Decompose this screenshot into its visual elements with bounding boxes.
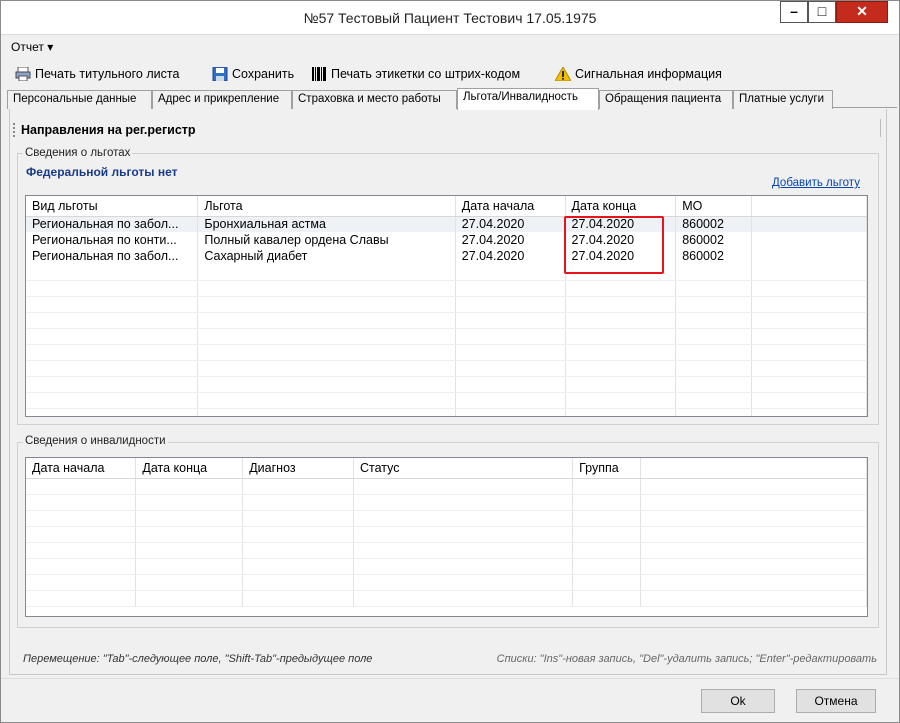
tab-insurance[interactable]: Страховка и место работы: [292, 90, 457, 109]
empty-row: [26, 312, 867, 329]
patient-window: №57 Тестовый Пациент Тестович 17.05.1975…: [0, 0, 900, 723]
col-end-date[interactable]: Дата конца: [565, 196, 677, 217]
benefits-group-title: Сведения о льготах: [23, 147, 133, 159]
empty-row: [26, 526, 867, 543]
col-group[interactable]: Группа: [572, 458, 642, 479]
window-title: №57 Тестовый Пациент Тестович 17.05.1975: [303, 10, 597, 26]
signal-info-button[interactable]: Сигнальная информация: [555, 65, 722, 83]
empty-row: [26, 478, 867, 495]
disability-table: Дата начала Дата конца Диагноз Статус Гр…: [25, 457, 868, 617]
sub-toolbar: Направления на рег.регистр: [13, 119, 196, 141]
print-title-button[interactable]: Печать титульного листа: [15, 65, 179, 83]
list-hint: Списки: "Ins"-новая запись, "Del"-удалит…: [496, 653, 877, 665]
print-barcode-button[interactable]: Печать этикетки со штрих-кодом: [311, 65, 520, 83]
cell-empty: [751, 232, 867, 248]
col-benefit-type[interactable]: Вид льготы: [26, 196, 199, 217]
cancel-button[interactable]: Отмена: [796, 689, 876, 713]
cell-empty: [751, 248, 867, 264]
empty-row: [26, 296, 867, 313]
empty-row: [26, 360, 867, 377]
empty-row: [26, 280, 867, 297]
cell-benefit-type: Региональная по забол...: [26, 216, 199, 232]
col-start-date[interactable]: Дата начала: [455, 196, 566, 217]
print-title-label: Печать титульного листа: [35, 67, 180, 81]
menu-report[interactable]: Отчет ▾: [11, 40, 53, 54]
printer-icon: [15, 67, 31, 81]
add-benefit-link[interactable]: Добавить льготу: [772, 177, 860, 189]
col-start-date[interactable]: Дата начала: [26, 458, 137, 479]
toolbar-grip: [13, 123, 15, 137]
empty-row: [26, 542, 867, 559]
federal-benefit-note: Федеральной льготы нет: [26, 165, 178, 179]
toolbar: Печать титульного листа Сохранить Печать…: [1, 61, 899, 87]
dialog-button-bar: Ok Отмена: [1, 678, 899, 722]
cell-benefit: Полный кавалер ордена Славы: [197, 232, 456, 248]
tab-strip: Персональные данные Адрес и прикрепление…: [7, 88, 897, 110]
empty-row: [26, 328, 867, 345]
tab-personal-data[interactable]: Персональные данные: [7, 90, 152, 109]
divider: [880, 119, 881, 137]
empty-row: [26, 264, 867, 281]
cell-empty: [751, 216, 867, 232]
cell-mo: 860002: [675, 248, 752, 264]
close-icon: ✕: [856, 3, 868, 19]
benefits-header-row: Вид льготы Льгота Дата начала Дата конца…: [26, 196, 867, 217]
referrals-button[interactable]: Направления на рег.регистр: [21, 123, 196, 137]
cell-end-date: 27.04.2020: [565, 216, 677, 232]
minimize-button[interactable]: –: [780, 1, 808, 23]
cell-end-date: 27.04.2020: [565, 248, 677, 264]
col-benefit[interactable]: Льгота: [197, 196, 456, 217]
col-empty: [751, 196, 867, 217]
cell-benefit-type: Региональная по конти...: [26, 232, 199, 248]
tab-paid-services[interactable]: Платные услуги: [733, 90, 833, 109]
disability-group-title: Сведения о инвалидности: [23, 435, 168, 447]
cell-benefit: Сахарный диабет: [197, 248, 456, 264]
warning-icon: [555, 67, 571, 81]
menu-bar: Отчет ▾: [1, 36, 899, 58]
empty-row: [26, 590, 867, 607]
print-barcode-label: Печать этикетки со штрих-кодом: [331, 67, 521, 81]
ok-button[interactable]: Ok: [701, 689, 775, 713]
col-empty: [640, 458, 867, 479]
title-bar: №57 Тестовый Пациент Тестович 17.05.1975…: [1, 1, 899, 35]
cell-end-date: 27.04.2020: [565, 232, 677, 248]
col-diagnosis[interactable]: Диагноз: [242, 458, 354, 479]
maximize-button[interactable]: □: [808, 1, 836, 23]
close-button[interactable]: ✕: [836, 1, 888, 23]
table-row[interactable]: Региональная по конти... Полный кавалер …: [26, 232, 867, 248]
cell-mo: 860002: [675, 216, 752, 232]
minimize-icon: –: [790, 3, 798, 19]
cell-benefit-type: Региональная по забол...: [26, 248, 199, 264]
cell-start-date: 27.04.2020: [455, 232, 566, 248]
cell-start-date: 27.04.2020: [455, 216, 566, 232]
tab-benefits-disability[interactable]: Льгота/Инвалидность: [457, 88, 599, 110]
col-status[interactable]: Статус: [353, 458, 574, 479]
benefits-table: Вид льготы Льгота Дата начала Дата конца…: [25, 195, 868, 417]
barcode-icon: [312, 67, 326, 81]
empty-row: [26, 408, 867, 416]
save-button[interactable]: Сохранить: [212, 65, 294, 83]
col-mo[interactable]: МО: [675, 196, 752, 217]
cell-benefit: Бронхиальная астма: [197, 216, 456, 232]
empty-row: [26, 494, 867, 511]
empty-row: [26, 558, 867, 575]
cell-mo: 860002: [675, 232, 752, 248]
col-end-date[interactable]: Дата конца: [135, 458, 244, 479]
save-label: Сохранить: [232, 67, 295, 81]
empty-row: [26, 510, 867, 527]
floppy-disk-icon: [212, 67, 228, 81]
table-row[interactable]: Региональная по забол... Бронхиальная ас…: [26, 216, 867, 232]
empty-row: [26, 344, 867, 361]
tab-patient-visits[interactable]: Обращения пациента: [599, 90, 733, 109]
tab-address[interactable]: Адрес и прикрепление: [152, 90, 292, 109]
empty-row: [26, 376, 867, 393]
maximize-icon: □: [817, 3, 827, 19]
empty-row: [26, 392, 867, 409]
disability-header-row: Дата начала Дата конца Диагноз Статус Гр…: [26, 458, 867, 479]
table-row[interactable]: Региональная по забол... Сахарный диабет…: [26, 248, 867, 264]
navigation-hint: Перемещение: "Tab"-следующее поле, "Shif…: [23, 653, 373, 665]
empty-row: [26, 574, 867, 591]
cell-start-date: 27.04.2020: [455, 248, 566, 264]
signal-info-label: Сигнальная информация: [575, 67, 722, 81]
